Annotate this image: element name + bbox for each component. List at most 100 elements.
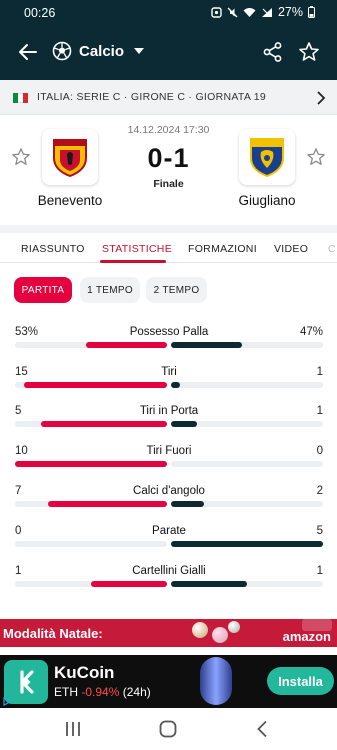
- wifi-icon: [243, 7, 256, 17]
- stat-home-track: [15, 342, 167, 348]
- ornament-icon: [212, 627, 228, 643]
- sport-title: Calcio: [79, 42, 125, 60]
- stat-away-bar: [171, 342, 243, 348]
- stat-row: 7 Calci d'angolo 2: [15, 485, 323, 515]
- system-nav-bar: [0, 708, 337, 750]
- adchoices-icon[interactable]: [3, 697, 12, 706]
- stat-label: Tiri: [161, 366, 177, 378]
- ad-ticker: ETH -0.94% (24h): [54, 685, 151, 699]
- stat-away-bar: [171, 501, 205, 507]
- ad-ticker-change: -0.94%: [81, 685, 120, 699]
- stat-away-track: [171, 501, 323, 507]
- ad-banner-amazon[interactable]: Modalità Natale: amazon: [0, 619, 337, 647]
- away-team-logo[interactable]: [239, 129, 295, 185]
- stat-home-bar: [40, 421, 167, 427]
- install-button[interactable]: Installa: [267, 667, 334, 695]
- stat-away-value: 2: [316, 485, 323, 497]
- period-2-tempo[interactable]: 2 TEMPO: [146, 277, 207, 303]
- stat-away-bar: [171, 541, 323, 547]
- stat-row: 1 Cartellini Gialli 1: [15, 565, 323, 595]
- stat-home-bar: [48, 501, 167, 507]
- stat-home-track: [15, 461, 167, 467]
- star-icon[interactable]: [298, 41, 320, 63]
- stat-home-track: [15, 501, 167, 507]
- period-1-tempo[interactable]: 1 TEMPO: [80, 277, 140, 303]
- stat-home-bar: [24, 382, 167, 388]
- tab-bar: RIASSUNTO STATISTICHE FORMAZIONI VIDEO C: [0, 225, 337, 263]
- league-name: ITALIA: SERIE C · GIRONE C · GIORNATA 19: [37, 91, 267, 103]
- eth-coin-icon: [200, 657, 232, 705]
- stat-away-bar: [171, 382, 181, 388]
- home-team-name[interactable]: Benevento: [15, 193, 125, 208]
- stat-away-value: 5: [316, 525, 323, 537]
- stat-row: 0 Parate 5: [15, 525, 323, 555]
- active-tab-indicator: [100, 260, 166, 263]
- status-bar: 00:26 27%: [0, 0, 337, 26]
- stat-away-track: [171, 541, 323, 547]
- stat-row: 53% Possesso Palla 47%: [15, 326, 323, 356]
- away-favorite-star-icon[interactable]: [306, 147, 326, 167]
- stat-away-value: 1: [316, 366, 323, 378]
- stat-row: 15 Tiri 1: [15, 366, 323, 396]
- stat-home-track: [15, 382, 167, 388]
- tab-riassunto[interactable]: RIASSUNTO: [21, 243, 85, 255]
- stat-home-track: [15, 581, 167, 587]
- stat-away-value: 0: [316, 445, 323, 457]
- stat-away-track: [171, 382, 323, 388]
- stat-label: Possesso Palla: [129, 326, 209, 338]
- ad-banner-brand: amazon: [282, 629, 331, 644]
- stat-home-track: [15, 541, 167, 547]
- stat-label: Calci d'angolo: [133, 485, 205, 497]
- stat-row: 5 Tiri in Porta 1: [15, 405, 323, 435]
- stat-home-bar: [15, 461, 167, 467]
- stat-label: Parate: [152, 525, 186, 537]
- tab-more[interactable]: C: [328, 243, 336, 255]
- notification-icon: [211, 6, 222, 18]
- ad-app-name: KuCoin: [54, 663, 115, 682]
- period-partita[interactable]: PARTITA: [14, 277, 72, 303]
- stat-away-track: [171, 581, 323, 587]
- back-arrow-icon[interactable]: [18, 42, 38, 62]
- battery-icon: [308, 6, 315, 18]
- giugliano-crest-icon: [250, 138, 284, 178]
- chevron-down-icon: [134, 48, 145, 54]
- home-icon[interactable]: [159, 720, 177, 738]
- mute-icon: [227, 7, 238, 17]
- tab-statistiche[interactable]: STATISTICHE: [102, 243, 172, 255]
- status-icons: 27%: [211, 5, 315, 19]
- stat-away-bar: [171, 421, 197, 427]
- stat-away-track: [171, 342, 323, 348]
- signal-icon: [261, 7, 272, 17]
- ad-banner-text: Modalità Natale:: [3, 626, 103, 641]
- recent-apps-icon[interactable]: [64, 721, 82, 737]
- ad-kucoin[interactable]: KuCoin ETH -0.94% (24h) Installa: [0, 655, 337, 708]
- sport-selector[interactable]: Calcio: [52, 41, 145, 61]
- league-bar[interactable]: ITALIA: SERIE C · GIRONE C · GIORNATA 19: [0, 80, 337, 115]
- tab-video[interactable]: VIDEO: [274, 243, 308, 255]
- status-time: 00:26: [24, 6, 56, 20]
- battery-level: 27%: [277, 5, 303, 19]
- stat-label: Tiri Fuori: [146, 445, 192, 457]
- match-header: Benevento 14.12.2024 17:30 0-1 Finale Gi…: [0, 115, 337, 225]
- stat-row: 10 Tiri Fuori 0: [15, 445, 323, 475]
- tab-formazioni[interactable]: FORMAZIONI: [188, 243, 257, 255]
- app-bar: Calcio: [0, 26, 337, 80]
- stat-away-value: 1: [316, 565, 323, 577]
- soccer-ball-icon: [52, 41, 72, 61]
- ornament-icon: [228, 621, 240, 633]
- chevron-right-icon: [317, 91, 326, 105]
- share-icon[interactable]: [262, 41, 284, 63]
- stat-label: Tiri in Porta: [139, 405, 199, 417]
- stat-away-track: [171, 461, 323, 467]
- stat-away-bar: [171, 581, 247, 587]
- stat-home-bar: [91, 581, 167, 587]
- ad-ticker-symbol: ETH: [54, 685, 78, 699]
- stat-label: Cartellini Gialli: [132, 565, 206, 577]
- back-nav-icon[interactable]: [256, 720, 268, 738]
- stat-away-value: 47%: [299, 326, 323, 338]
- away-team-name[interactable]: Giugliano: [212, 193, 322, 208]
- stat-home-track: [15, 421, 167, 427]
- italy-flag-icon: [13, 93, 28, 103]
- stat-home-bar: [86, 342, 167, 348]
- ad-ticker-period: (24h): [122, 685, 151, 699]
